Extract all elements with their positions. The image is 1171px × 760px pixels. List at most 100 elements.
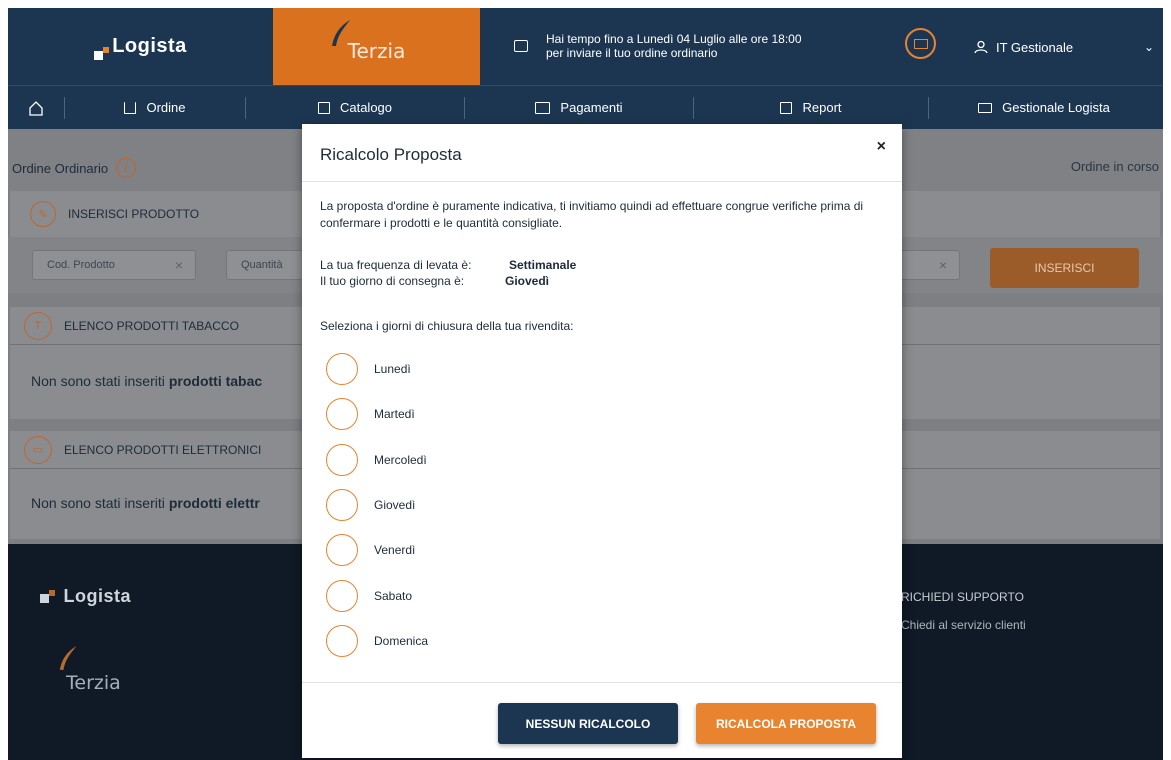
chevron-down-icon[interactable]: ⌄ bbox=[1144, 40, 1154, 54]
page-title-text: Ordine Ordinario bbox=[12, 160, 109, 176]
tobacco-empty-prefix: Non sono stati inseriti bbox=[31, 373, 165, 389]
battery-icon: ▭ bbox=[24, 435, 52, 464]
no-recalc-button[interactable]: NESSUN RICALCOLO bbox=[498, 703, 678, 744]
top-header: Logista Terzia Hai tempo fino a Lunedì 0… bbox=[8, 8, 1163, 85]
close-icon[interactable]: × bbox=[877, 138, 886, 156]
info-icon[interactable]: i bbox=[116, 158, 137, 178]
modal-intro-text: La proposta d'ordine è puramente indicat… bbox=[320, 199, 864, 230]
day-radio[interactable] bbox=[326, 580, 358, 612]
day-option[interactable]: Sabato bbox=[326, 580, 412, 612]
card-icon bbox=[535, 101, 551, 114]
frequency-label: La tua frequenza di levata è: bbox=[320, 258, 472, 272]
clear-code-icon[interactable]: × bbox=[175, 257, 183, 273]
day-radio[interactable] bbox=[326, 534, 358, 566]
nav-catalogo[interactable]: Catalogo bbox=[246, 86, 464, 129]
modal-title: Ricalcolo Proposta bbox=[320, 145, 462, 164]
footer-logista-text: Logista bbox=[63, 586, 132, 606]
mail-button[interactable] bbox=[905, 28, 936, 59]
description-input[interactable]: × bbox=[894, 250, 960, 280]
logista-logo-mark-icon bbox=[94, 44, 110, 60]
day-option[interactable]: Lunedì bbox=[326, 353, 411, 385]
order-deadline-notice: Hai tempo fino a Lunedì 04 Luglio alle o… bbox=[514, 31, 894, 61]
day-option[interactable]: Martedì bbox=[326, 398, 415, 430]
terzia-brand-text: Terzia bbox=[347, 38, 406, 63]
user-name: IT Gestionale bbox=[996, 39, 1074, 55]
quantity-input[interactable]: Quantità bbox=[226, 250, 306, 280]
insert-product-title: INSERISCI PRODOTTO bbox=[68, 207, 200, 221]
day-label: Martedì bbox=[374, 407, 415, 421]
monitor-icon bbox=[978, 102, 993, 113]
support-link[interactable]: Chiedi al servizio clienti bbox=[901, 618, 1026, 632]
recalc-modal: Ricalcolo Proposta × La proposta d'ordin… bbox=[302, 124, 902, 758]
catalog-icon bbox=[317, 101, 330, 114]
quantity-placeholder: Quantità bbox=[241, 259, 283, 271]
cart-icon bbox=[124, 101, 137, 114]
day-option[interactable]: Domenica bbox=[326, 625, 428, 657]
delivery-label: Il tuo giorno di consegna è: bbox=[320, 274, 465, 288]
day-label: Domenica bbox=[374, 634, 429, 648]
home-icon bbox=[29, 100, 43, 116]
nav-report-label: Report bbox=[802, 100, 842, 115]
modal-footer: NESSUN RICALCOLO RICALCOLA PROPOSTA bbox=[302, 682, 902, 758]
footer-logista-logo[interactable]: Logista bbox=[40, 586, 131, 607]
day-radio[interactable] bbox=[326, 444, 358, 476]
day-label: Mercoledì bbox=[374, 453, 427, 467]
main-nav: Ordine Catalogo Pagamenti Report Gestion… bbox=[8, 85, 1163, 129]
nav-ordine-label: Ordine bbox=[146, 100, 186, 115]
clear-description-icon[interactable]: × bbox=[939, 257, 947, 273]
footer-logista-mark-icon bbox=[40, 590, 55, 603]
product-code-placeholder: Cod. Prodotto bbox=[47, 259, 115, 271]
delivery-value: Giovedì bbox=[505, 274, 550, 288]
day-label: Sabato bbox=[374, 589, 413, 603]
day-option[interactable]: Giovedì bbox=[326, 489, 415, 521]
recalc-button[interactable]: RICALCOLA PROPOSTA bbox=[696, 703, 876, 744]
nav-pagamenti[interactable]: Pagamenti bbox=[465, 86, 693, 129]
insert-button[interactable]: INSERISCI bbox=[990, 248, 1139, 288]
nav-catalogo-label: Catalogo bbox=[339, 100, 393, 115]
frequency-value: Settimanale bbox=[509, 258, 577, 272]
edit-icon: ✎ bbox=[30, 201, 56, 227]
delivery-row: Il tuo giorno di consegna è: Giovedì bbox=[320, 274, 549, 288]
electronic-empty-bold: prodotti elettr bbox=[168, 495, 260, 511]
day-radio[interactable] bbox=[326, 398, 358, 430]
day-label: Giovedì bbox=[374, 498, 416, 512]
terzia-leaf-icon bbox=[332, 20, 350, 46]
electronic-empty-prefix: Non sono stati inseriti bbox=[31, 495, 165, 511]
message-icon bbox=[514, 40, 528, 52]
day-radio[interactable] bbox=[326, 353, 358, 385]
mail-icon bbox=[913, 38, 928, 49]
day-option[interactable]: Venerdì bbox=[326, 534, 415, 566]
frequency-row: La tua frequenza di levata è: Settimanal… bbox=[320, 258, 576, 272]
deadline-line-1: Hai tempo fino a Lunedì 04 Luglio alle o… bbox=[546, 32, 802, 46]
user-menu[interactable]: IT Gestionale ⌄ bbox=[974, 36, 1154, 58]
footer-terzia-leaf-icon bbox=[59, 646, 77, 670]
nav-ordine[interactable]: Ordine bbox=[65, 86, 245, 129]
tobacco-t-icon: T bbox=[24, 311, 52, 340]
closing-days-label: Seleziona i giorni di chiusura della tua… bbox=[320, 319, 574, 333]
deadline-line-2: per inviare il tuo ordine ordinario bbox=[546, 46, 718, 60]
nav-home[interactable] bbox=[8, 86, 64, 129]
nav-pagamenti-label: Pagamenti bbox=[560, 100, 623, 115]
nav-report[interactable]: Report bbox=[694, 86, 928, 129]
chart-icon bbox=[780, 101, 793, 114]
footer-terzia-logo[interactable]: Terzia bbox=[66, 672, 121, 694]
user-icon bbox=[974, 40, 988, 54]
nav-gestionale[interactable]: Gestionale Logista bbox=[929, 86, 1159, 129]
nav-gestionale-label: Gestionale Logista bbox=[1002, 100, 1110, 115]
electronic-products-title: ELENCO PRODOTTI ELETTRONICI bbox=[64, 442, 262, 457]
product-code-input[interactable]: Cod. Prodotto × bbox=[32, 250, 196, 280]
modal-header: Ricalcolo Proposta × bbox=[302, 124, 902, 182]
day-option[interactable]: Mercoledì bbox=[326, 444, 427, 476]
logista-brand-text: Logista bbox=[112, 35, 187, 57]
day-label: Venerdì bbox=[374, 543, 416, 557]
order-status: Ordine in corso bbox=[1070, 159, 1159, 174]
logista-logo[interactable]: Logista bbox=[8, 8, 273, 85]
day-radio[interactable] bbox=[326, 489, 358, 521]
app-frame: Logista Terzia Hai tempo fino a Lunedì 0… bbox=[8, 8, 1163, 760]
support-title: RICHIEDI SUPPORTO bbox=[901, 590, 1024, 604]
day-label: Lunedì bbox=[374, 362, 411, 376]
day-radio[interactable] bbox=[326, 625, 358, 657]
terzia-logo[interactable]: Terzia bbox=[273, 8, 480, 85]
tobacco-products-title: ELENCO PRODOTTI TABACCO bbox=[64, 318, 239, 333]
tobacco-empty-bold: prodotti tabac bbox=[168, 373, 263, 389]
